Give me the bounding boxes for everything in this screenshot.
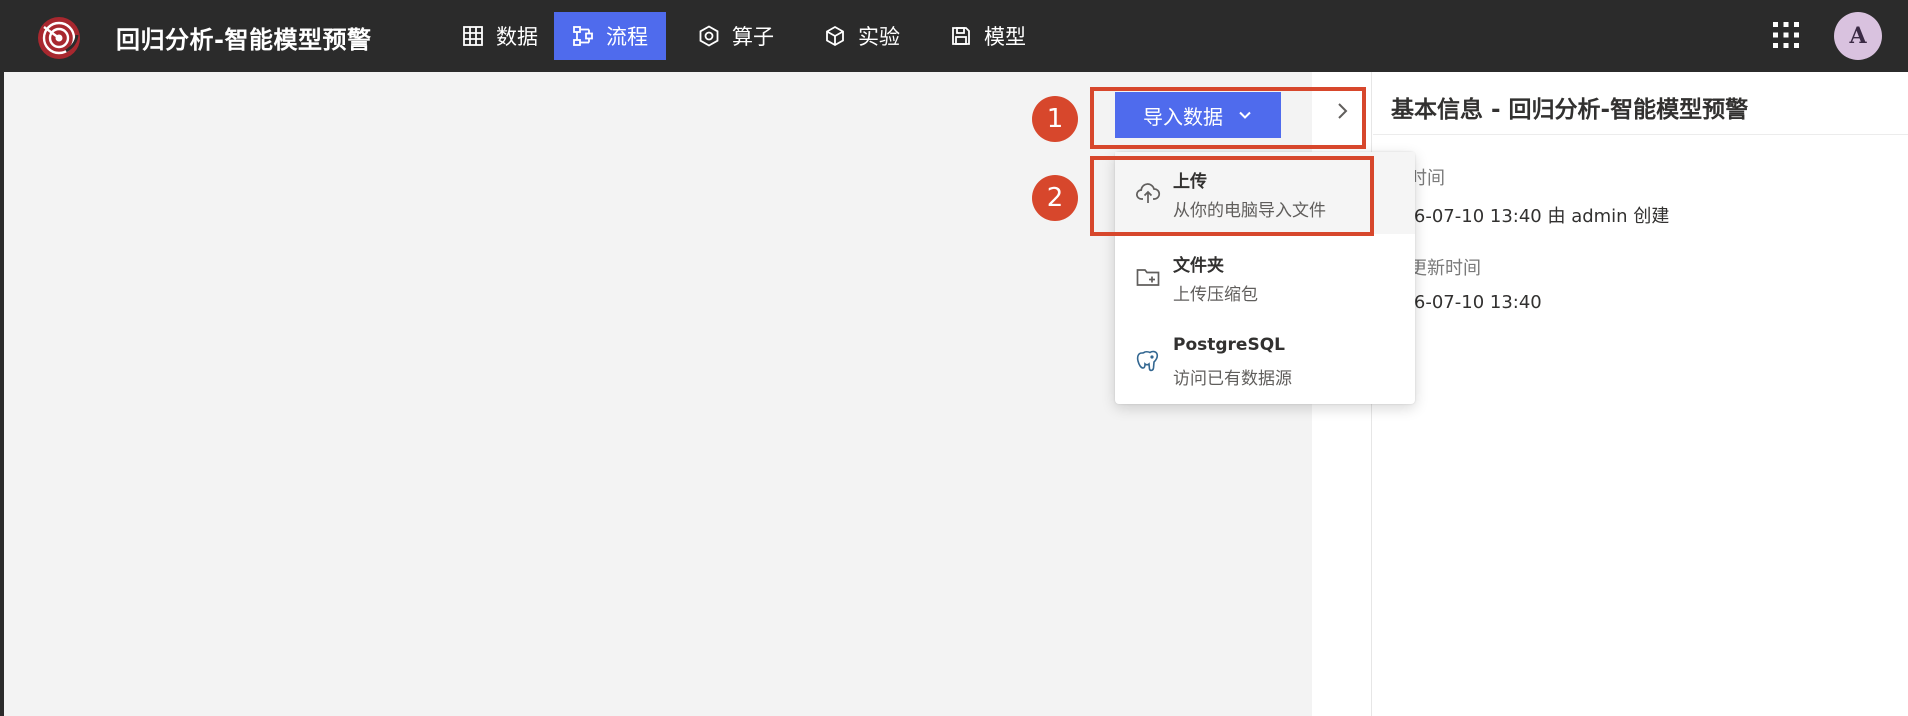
nav-tab-label: 实验 (858, 25, 900, 49)
menu-item-folder[interactable]: 文件夹 上传压缩包 (1115, 236, 1415, 318)
menu-item-subtitle: 访问已有数据源 (1173, 369, 1292, 389)
table-icon (463, 26, 483, 46)
menu-item-title: PostgreSQL (1173, 335, 1285, 355)
info-panel: 基本信息 - 回归分析-智能模型预警 建时间 026-07-10 13:40 由… (1373, 72, 1908, 716)
menu-item-subtitle: 上传压缩包 (1173, 285, 1258, 305)
nav-tab-label: 模型 (984, 25, 1026, 49)
step-badge-1: 1 (1032, 96, 1078, 142)
app-title: 回归分析-智能模型预警 (116, 26, 372, 54)
menu-item-title: 文件夹 (1173, 256, 1224, 276)
chevron-right-icon[interactable] (1332, 100, 1352, 122)
nav-tab-label: 数据 (496, 25, 538, 49)
nav-tab-operator[interactable]: 算子 (680, 12, 792, 60)
cube-icon (826, 25, 844, 47)
created-time-value: 026-07-10 13:40 由 admin 创建 (1391, 206, 1670, 227)
flow-icon (573, 26, 593, 46)
import-data-label: 导入数据 (1143, 106, 1223, 129)
user-avatar[interactable]: A (1834, 12, 1882, 60)
nav-tab-label: 流程 (606, 25, 648, 49)
nav-tab-label: 算子 (732, 25, 774, 49)
import-data-button[interactable]: 导入数据 (1115, 92, 1281, 138)
menu-item-subtitle: 从你的电脑导入文件 (1173, 201, 1326, 221)
panel-title: 基本信息 - 回归分析-智能模型预警 (1391, 97, 1749, 123)
menu-item-postgresql[interactable]: PostgreSQL 访问已有数据源 (1115, 320, 1415, 402)
cloud-upload-icon (1136, 183, 1161, 203)
chevron-down-icon (1239, 111, 1251, 119)
hexagon-icon (699, 25, 719, 47)
menu-item-upload[interactable]: 上传 从你的电脑导入文件 (1115, 152, 1415, 234)
folder-add-icon (1136, 269, 1160, 286)
save-icon (952, 27, 970, 45)
panel-divider (1373, 134, 1908, 135)
menu-item-title: 上传 (1173, 172, 1207, 192)
nav-tab-experiment[interactable]: 实验 (806, 12, 918, 60)
postgresql-icon (1136, 350, 1159, 372)
app-logo-icon (38, 17, 80, 59)
import-data-menu: 上传 从你的电脑导入文件 文件夹 上传压缩包 PostgreSQL 访问已有数据… (1115, 152, 1415, 404)
step-badge-2: 2 (1032, 175, 1078, 221)
nav-tab-data[interactable]: 数据 (444, 12, 556, 60)
app-launcher-icon[interactable] (1773, 22, 1799, 48)
nav-tab-flow[interactable]: 流程 (554, 12, 666, 60)
nav-tab-model[interactable]: 模型 (932, 12, 1044, 60)
